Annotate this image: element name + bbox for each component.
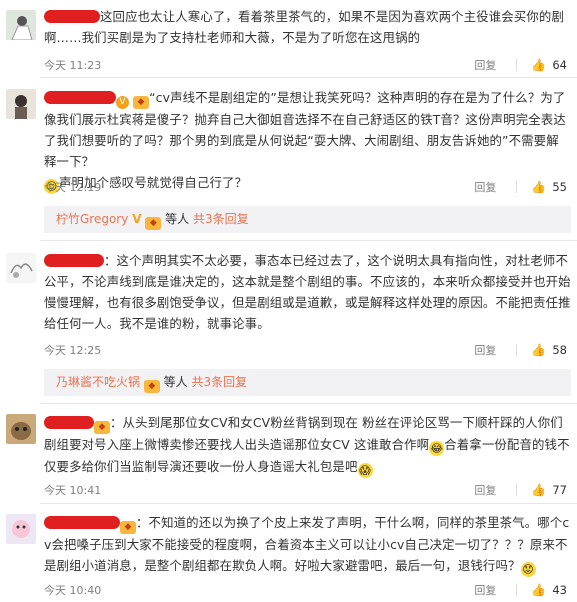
reply-button[interactable]: 回复 — [474, 57, 496, 73]
divider — [516, 59, 518, 71]
worried-emoji-icon: 😟 — [520, 562, 536, 577]
avatar[interactable] — [6, 414, 36, 444]
divider — [40, 77, 577, 78]
verified-icon: V — [116, 96, 129, 109]
reply-button[interactable]: 回复 — [474, 582, 496, 598]
like-icon[interactable]: 👍 — [531, 58, 546, 72]
reply-button[interactable]: 回复 — [474, 482, 496, 498]
comment-actions: 回复 👍 43 — [474, 582, 567, 598]
divider — [516, 344, 518, 356]
more-replies-link[interactable]: 共3条回复 — [193, 212, 249, 226]
like-count: 64 — [552, 58, 567, 72]
vip-badge-icon: ◆ — [120, 521, 136, 534]
divider — [516, 584, 518, 596]
avatar[interactable] — [6, 514, 36, 544]
timestamp: 今天 12:19 — [44, 181, 102, 194]
comment-actions: 回复 👍 77 — [474, 482, 567, 498]
vip-badge-icon: ◆ — [94, 421, 110, 434]
comment-actions: 回复 👍 64 — [474, 57, 567, 73]
sub-reply-preview[interactable]: 乃琳酱不吃火锅 ◆ 等人 共3条回复 — [44, 369, 571, 396]
like-count: 77 — [552, 483, 567, 497]
more-replies-link[interactable]: 共3条回复 — [192, 375, 248, 389]
username[interactable] — [44, 9, 100, 24]
avatar[interactable] — [6, 10, 36, 40]
comment-text: ◆ ：不知道的还以为换了个皮上来发了声明，干什么啊，同样的茶里茶气。哪个cv会把嗓… — [44, 515, 570, 577]
divider — [516, 484, 518, 496]
divider — [516, 181, 518, 193]
shocked-emoji-icon: 😱 — [357, 463, 373, 478]
comment-text: ：这个声明其实不太必要，事态本已经过去了，这个说明太具有指向性，对杜老师不公平，… — [44, 253, 571, 331]
laugh-cry-emoji-icon: 😂 — [429, 441, 445, 456]
like-icon[interactable]: 👍 — [531, 483, 546, 497]
username[interactable] — [44, 90, 116, 105]
comment-actions: 回复 👍 55 — [474, 179, 567, 195]
timestamp: 今天 11:23 — [44, 59, 102, 72]
like-icon[interactable]: 👍 — [531, 343, 546, 357]
sub-reply-author[interactable]: 柠竹Gregory — [56, 212, 128, 226]
divider — [40, 403, 577, 404]
sub-reply-author[interactable]: 乃琳酱不吃火锅 — [56, 375, 140, 389]
username[interactable] — [44, 515, 120, 530]
comment-text: ◆ ：从头到尾那位女CV和女CV粉丝背锅到现在 粉丝在评论区骂一下顺杆踩的人你们剧… — [44, 415, 570, 478]
divider — [40, 503, 577, 504]
divider — [40, 240, 577, 241]
timestamp: 今天 10:40 — [44, 584, 102, 597]
avatar[interactable] — [6, 89, 36, 119]
verified-icon: V — [132, 212, 142, 226]
vip-badge-icon: ◆ — [143, 380, 160, 393]
like-count: 55 — [552, 180, 567, 194]
avatar[interactable] — [6, 253, 36, 283]
vip-badge-icon: ◆ — [133, 96, 150, 109]
vip-badge-icon: ◆ — [145, 217, 162, 230]
username[interactable] — [44, 253, 104, 268]
like-count: 58 — [552, 343, 567, 357]
sub-reply-preview[interactable]: 柠竹Gregory V ◆ 等人 共3条回复 — [44, 206, 571, 233]
like-icon[interactable]: 👍 — [531, 180, 546, 194]
comment-text: 这回应也太让人寒心了，看着茶里茶气的，如果不是因为喜欢两个主役谁会买你的剧啊……… — [44, 9, 565, 45]
comment-text: V ◆ “cv声线不是剧组定的”是想让我笑死吗？这种声明的存在是为了什么？为了像我… — [44, 90, 566, 194]
like-icon[interactable]: 👍 — [531, 583, 546, 597]
username[interactable] — [44, 415, 94, 430]
timestamp: 今天 12:25 — [44, 344, 102, 357]
comment-actions: 回复 👍 58 — [474, 342, 567, 358]
timestamp: 今天 10:41 — [44, 484, 102, 497]
reply-button[interactable]: 回复 — [474, 179, 496, 195]
like-count: 43 — [552, 583, 567, 597]
reply-button[interactable]: 回复 — [474, 342, 496, 358]
